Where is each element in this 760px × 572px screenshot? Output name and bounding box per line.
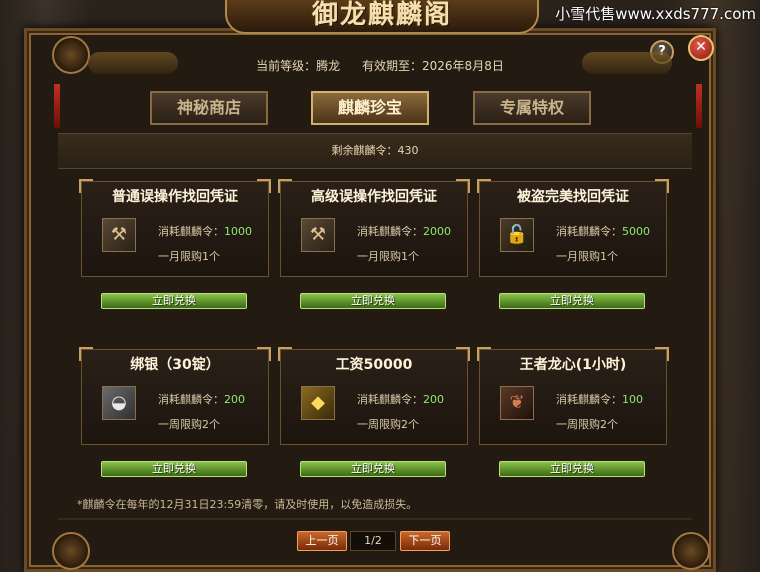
wrench-icon[interactable]: ⚒ xyxy=(301,218,335,252)
item-title: 工资50000 xyxy=(335,357,413,373)
right-tassel xyxy=(696,84,702,128)
watermark-text: 小雪代售www.xxds777.com xyxy=(555,5,756,23)
current-level: 当前等级：腾龙 xyxy=(256,59,341,73)
item-title: 普通误操作找回凭证 xyxy=(112,189,238,205)
item-cost: 消耗麒麟令：5000 xyxy=(556,223,650,239)
item-card: 绑银（30锭） ◒ 消耗麒麟令：200 一周限购2个 xyxy=(79,347,271,445)
cost-label: 消耗麒麟令： xyxy=(158,393,224,406)
item-cost: 消耗麒麟令：200 xyxy=(158,391,245,407)
redeem-button[interactable]: 立即兑换 xyxy=(499,293,645,309)
frame-ornament-bottom-right xyxy=(672,532,710,570)
item-card: 高级误操作找回凭证 ⚒ 消耗麒麟令：2000 一月限购1个 xyxy=(278,179,470,277)
frame-ornament-bottom-left xyxy=(52,532,90,570)
item-card: 王者龙心(1小时) ❦ 消耗麒麟令：100 一周限购2个 xyxy=(477,347,669,445)
item-cost: 消耗麒麟令：200 xyxy=(357,391,444,407)
cost-label: 消耗麒麟令： xyxy=(158,225,224,238)
cost-value: 200 xyxy=(224,393,245,406)
divider xyxy=(58,518,692,520)
item-cost: 消耗麒麟令：1000 xyxy=(158,223,252,239)
redeem-button[interactable]: 立即兑换 xyxy=(499,461,645,477)
item-card: 普通误操作找回凭证 ⚒ 消耗麒麟令：1000 一月限购1个 xyxy=(79,179,271,277)
cost-label: 消耗麒麟令： xyxy=(556,225,622,238)
cost-value: 1000 xyxy=(224,225,252,238)
item-card: 工资50000 ◆ 消耗麒麟令：200 一周限购2个 xyxy=(278,347,470,445)
lock-icon[interactable]: 🔓 xyxy=(500,218,534,252)
tab-qilin-treasure[interactable]: 麒麟珍宝 xyxy=(311,91,429,125)
tab-exclusive-privileges[interactable]: 专属特权 xyxy=(473,91,591,125)
item-cost: 消耗麒麟令：100 xyxy=(556,391,643,407)
item-cost: 消耗麒麟令：2000 xyxy=(357,223,451,239)
dragon-heart-icon[interactable]: ❦ xyxy=(500,386,534,420)
cost-label: 消耗麒麟令： xyxy=(357,393,423,406)
wrench-icon[interactable]: ⚒ xyxy=(102,218,136,252)
status-line: 当前等级：腾龙 有效期至：2026年8月8日 xyxy=(0,57,760,74)
page-indicator: 1/2 xyxy=(350,531,396,551)
redeem-button[interactable]: 立即兑换 xyxy=(300,461,446,477)
silver-ingot-icon[interactable]: ◒ xyxy=(102,386,136,420)
item-title: 绑银（30锭） xyxy=(130,357,220,373)
cost-label: 消耗麒麟令： xyxy=(357,225,423,238)
cost-value: 200 xyxy=(423,393,444,406)
purchase-limit: 一周限购2个 xyxy=(556,418,618,431)
cost-value: 100 xyxy=(622,393,643,406)
item-card: 被盗完美找回凭证 🔓 消耗麒麟令：5000 一月限购1个 xyxy=(477,179,669,277)
redeem-button[interactable]: 立即兑换 xyxy=(300,293,446,309)
remaining-token-balance: 剩余麒麟令：430 xyxy=(58,133,692,169)
purchase-limit: 一周限购2个 xyxy=(158,418,220,431)
next-page-button[interactable]: 下一页 xyxy=(400,531,450,551)
item-title: 王者龙心(1小时) xyxy=(519,357,627,373)
window-title: 御龙麒麟阁 xyxy=(311,0,452,30)
cost-value: 5000 xyxy=(622,225,650,238)
window-title-plate: 御龙麒麟阁 xyxy=(225,0,539,34)
token-reset-notice: *麒麟令在每年的12月31日23:59清零，请及时使用，以免造成损失。 xyxy=(77,498,418,511)
cost-value: 2000 xyxy=(423,225,451,238)
tab-mystery-shop[interactable]: 神秘商店 xyxy=(150,91,268,125)
item-title: 被盗完美找回凭证 xyxy=(517,189,629,205)
expiry-date: 有效期至：2026年8月8日 xyxy=(362,59,504,73)
purchase-limit: 一月限购1个 xyxy=(556,250,618,263)
gold-ingot-icon[interactable]: ◆ xyxy=(301,386,335,420)
item-title: 高级误操作找回凭证 xyxy=(311,189,437,205)
cost-label: 消耗麒麟令： xyxy=(556,393,622,406)
left-tassel xyxy=(54,84,60,128)
redeem-button[interactable]: 立即兑换 xyxy=(101,461,247,477)
purchase-limit: 一周限购2个 xyxy=(357,418,419,431)
purchase-limit: 一月限购1个 xyxy=(357,250,419,263)
prev-page-button[interactable]: 上一页 xyxy=(297,531,347,551)
purchase-limit: 一月限购1个 xyxy=(158,250,220,263)
redeem-button[interactable]: 立即兑换 xyxy=(101,293,247,309)
